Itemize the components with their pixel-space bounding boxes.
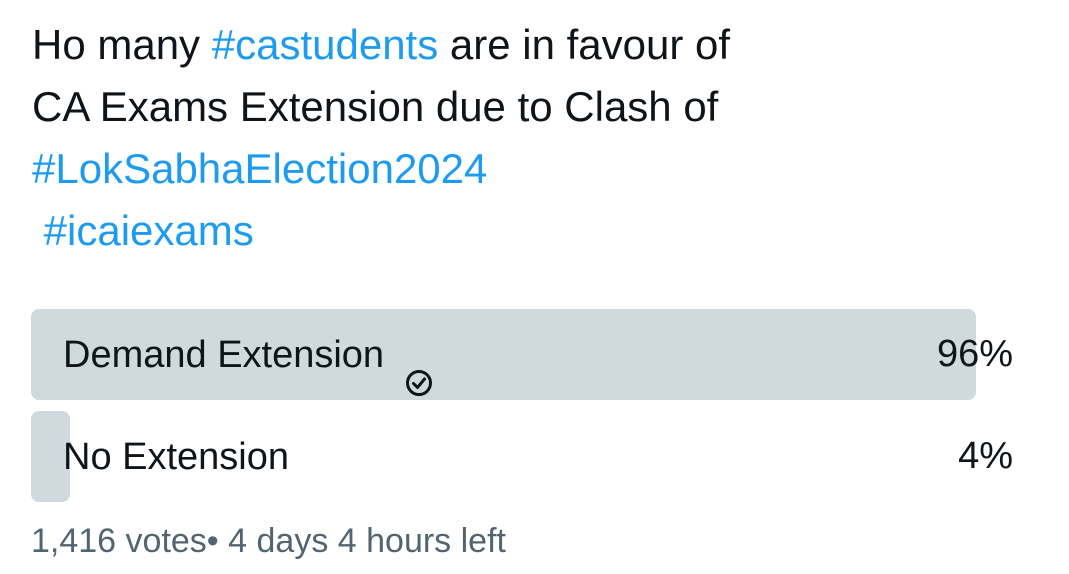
poll: Demand Extension 96% No Extension 4%: [31, 309, 1015, 513]
poll-option-demand-extension[interactable]: Demand Extension 96%: [31, 309, 1015, 400]
tweet-line-1: Ho many #castudents are in favour of: [32, 14, 1032, 76]
hashtag-link-castudents[interactable]: #castudents: [212, 21, 439, 68]
poll-option-percent: 96%: [936, 333, 1013, 375]
vote-count: 1,416 votes: [31, 522, 207, 560]
poll-option-label: No Extension: [63, 435, 290, 478]
poll-option-label-wrap: No Extension: [63, 411, 289, 502]
hashtag-link-icaiexams[interactable]: #icaiexams: [32, 200, 1032, 262]
time-left: 4 days 4 hours left: [218, 522, 506, 560]
hashtag-link-loksabhaelection2024[interactable]: #LokSabhaElection2024: [32, 138, 1032, 200]
tweet-text: Ho many #castudents are in favour of CA …: [32, 14, 1032, 262]
tweet-text-segment: are in favour of: [438, 21, 731, 68]
poll-option-label: Demand Extension: [63, 333, 385, 376]
check-circle-icon: [404, 338, 434, 396]
poll-option-no-extension[interactable]: No Extension 4%: [31, 411, 1015, 502]
poll-option-percent: 4%: [958, 435, 1013, 477]
tweet-line-2: CA Exams Extension due to Clash of: [32, 83, 719, 130]
poll-footer: 1,416 votes• 4 days 4 hours left: [31, 522, 506, 561]
tweet-text-segment: Ho many: [32, 21, 212, 68]
separator-dot: •: [206, 522, 219, 560]
poll-option-label-wrap: Demand Extension: [63, 309, 434, 400]
